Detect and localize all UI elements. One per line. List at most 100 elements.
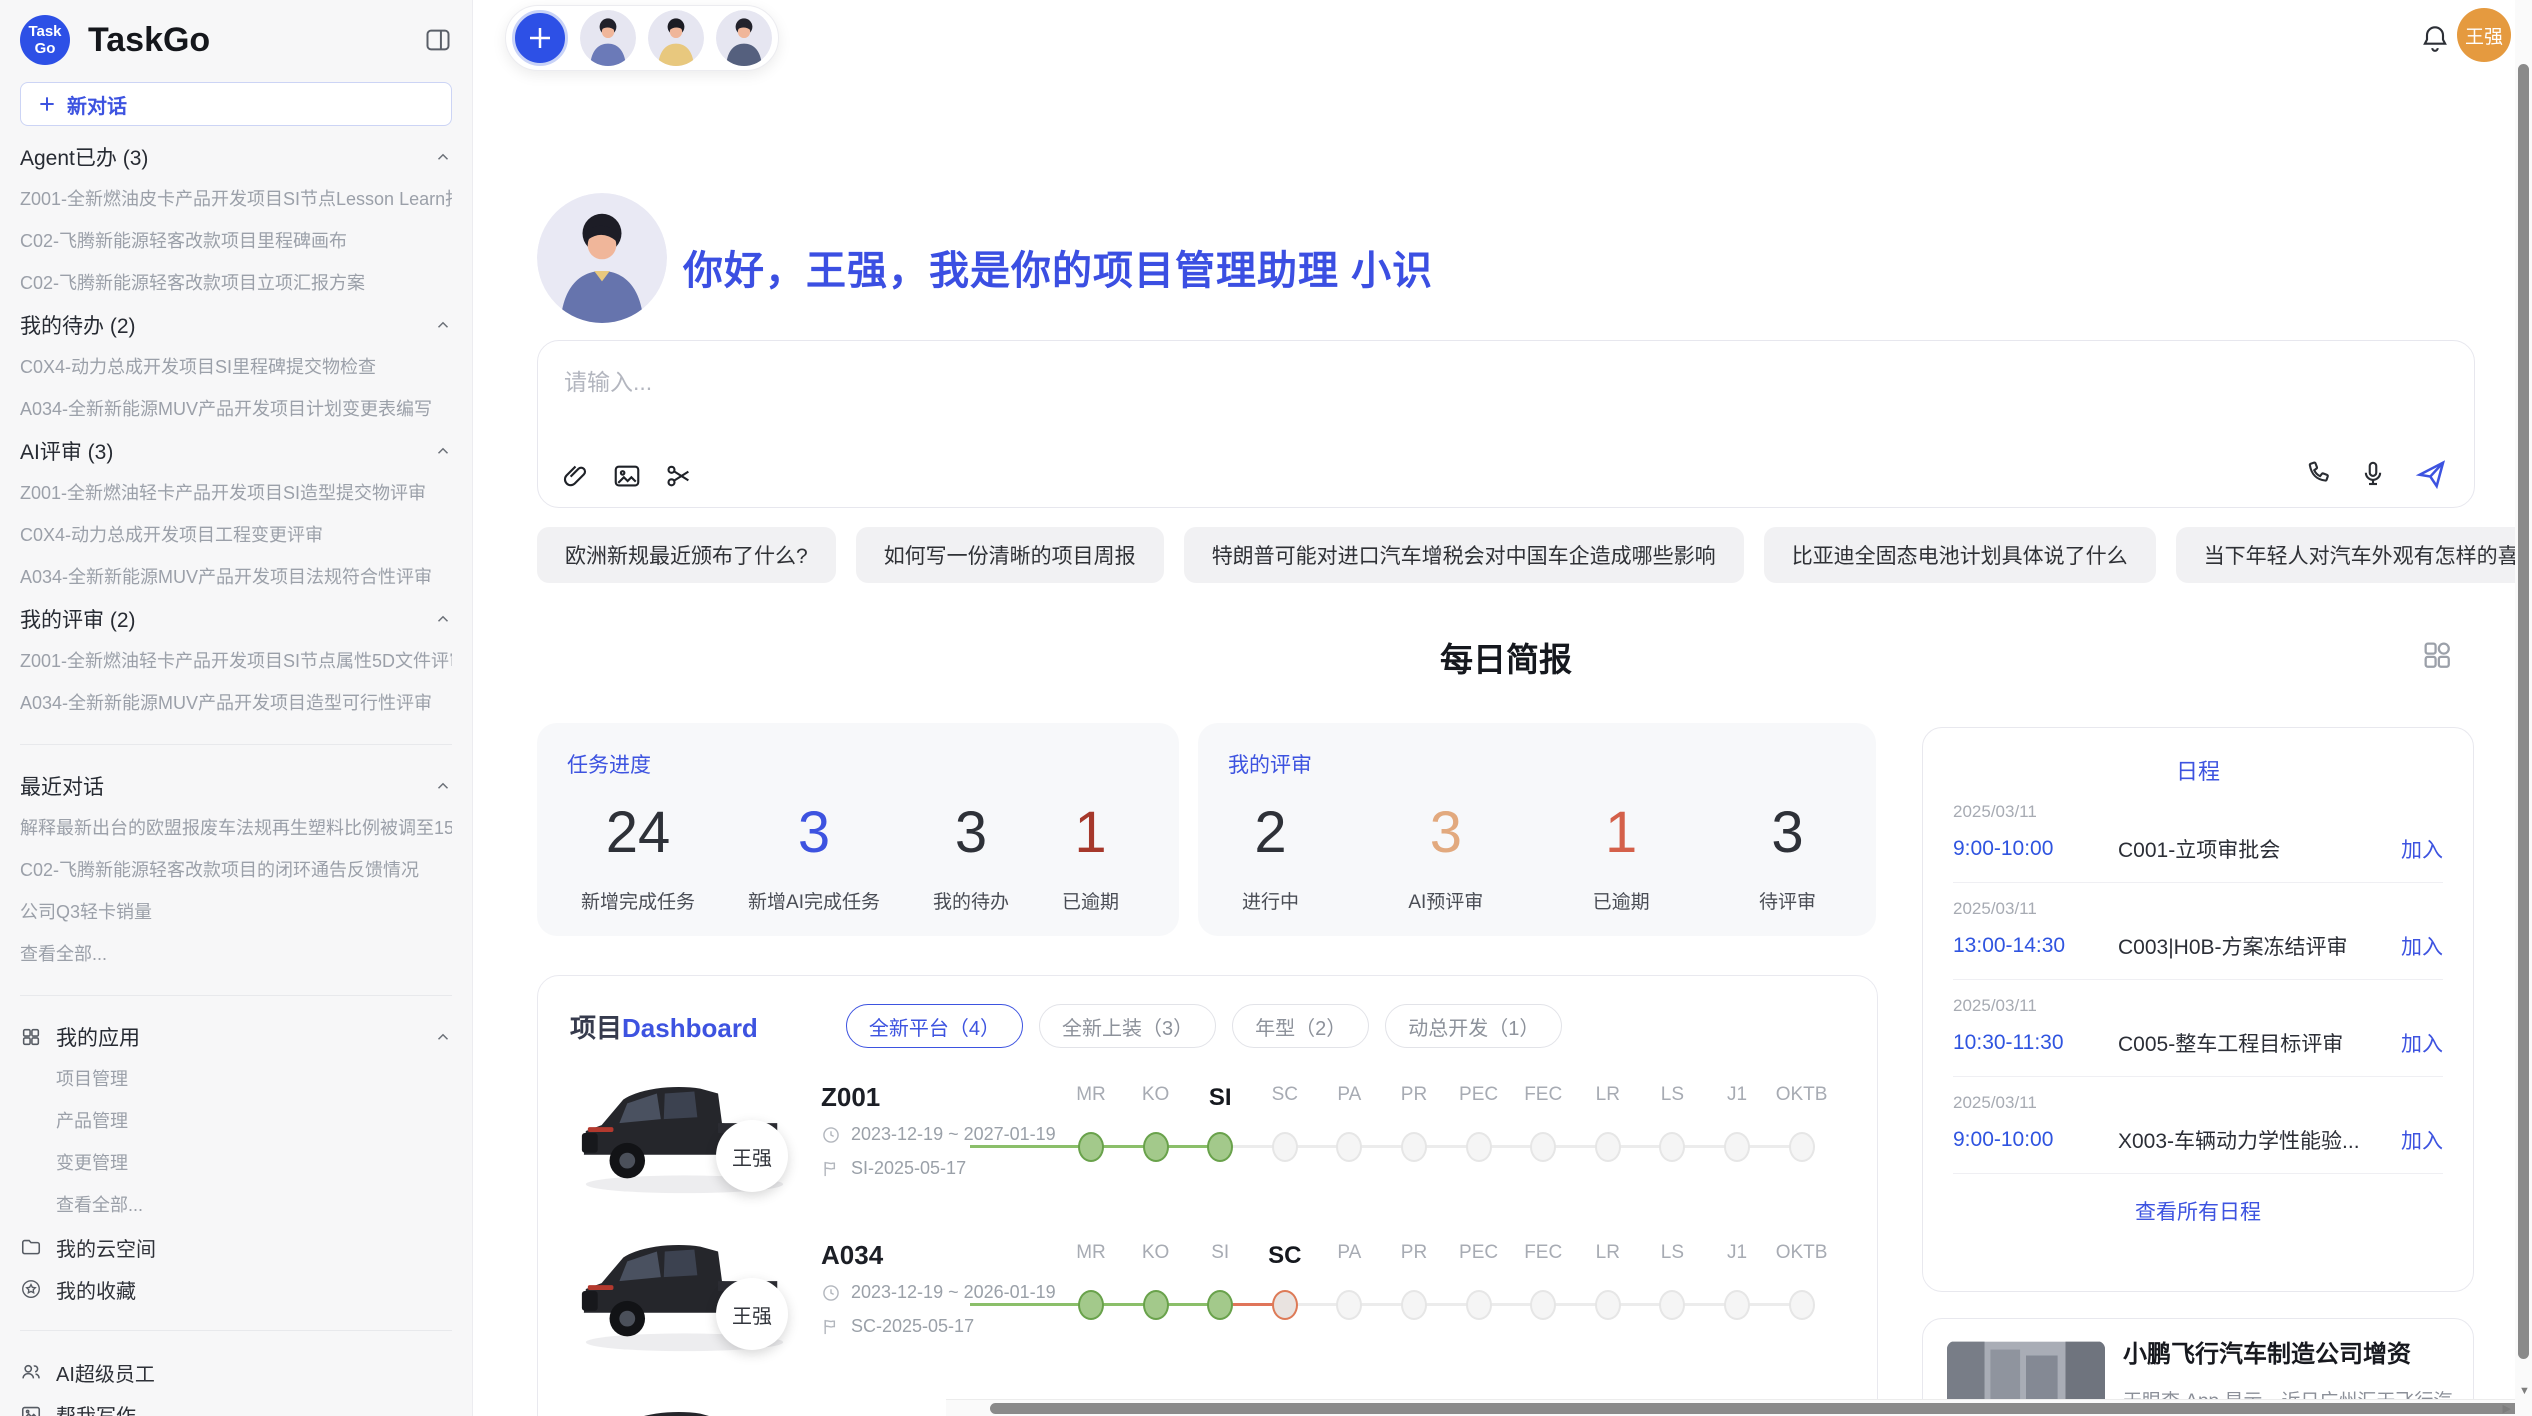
milestone-timeline: MRKOSISCPAPRPECFECLRLSJ1OKTB [970, 1056, 1870, 1208]
sidebar-item[interactable]: C0X4-动力总成开发项目工程变更评审 [20, 514, 452, 556]
schedule-join-link[interactable]: 加入 [2401, 834, 2443, 864]
horizontal-scrollbar[interactable]: ▶ [946, 1399, 2515, 1416]
stat-value: 2 [1254, 801, 1286, 865]
milestone-dot-FEC [1530, 1132, 1556, 1162]
schedule-join-link[interactable]: 加入 [2401, 1125, 2443, 1155]
assistant-avatar [537, 193, 667, 323]
section-title: AI评审 (3) [20, 436, 113, 466]
sidebar-item[interactable]: Z001-全新燃油轻卡产品开发项目SI造型提交物评审 [20, 472, 452, 514]
dashboard-filter-chip[interactable]: 全新平台（4） [846, 1004, 1023, 1048]
project-dashboard-card: 项目Dashboard 全新平台（4）全新上装（3）年型（2）动总开发（1） 王… [537, 975, 1878, 1416]
milestone-label: MR [1076, 1242, 1106, 1264]
attachment-icon[interactable] [560, 461, 590, 491]
recent-conversation-item[interactable]: 公司Q3轻卡销量 [20, 891, 452, 933]
recent-conversation-item[interactable]: C02-飞腾新能源轻客改款项目的闭环通告反馈情况 [20, 849, 452, 891]
folder-icon [20, 1236, 42, 1258]
sidebar-item[interactable]: A034-全新新能源MUV产品开发项目造型可行性评审 [20, 682, 452, 724]
agent-avatar-1[interactable] [648, 10, 704, 66]
image-upload-icon[interactable] [612, 461, 642, 491]
recent-view-all-link[interactable]: 查看全部... [20, 933, 452, 975]
sidebar-tool-1[interactable]: 帮我写作 [20, 1393, 452, 1416]
phone-icon[interactable] [2302, 459, 2332, 489]
milestone-dot-PR [1401, 1290, 1427, 1320]
schedule-join-link[interactable]: 加入 [2401, 1028, 2443, 1058]
clock-icon [821, 1283, 841, 1303]
collapse-sidebar-icon[interactable] [424, 26, 452, 54]
sidebar-item[interactable]: C02-飞腾新能源轻客改款项目立项汇报方案 [20, 262, 452, 304]
agent-avatar-0[interactable] [580, 10, 636, 66]
stat-value: 3 [1771, 801, 1803, 865]
suggestion-chip[interactable]: 特朗普可能对进口汽车增税会对中国车企造成哪些影响 [1184, 527, 1744, 583]
sidebar-item[interactable]: C0X4-动力总成开发项目SI里程碑提交物检查 [20, 346, 452, 388]
suggestion-chip[interactable]: 如何写一份清晰的项目周报 [856, 527, 1164, 583]
scissors-icon[interactable] [664, 461, 694, 491]
app-item[interactable]: 产品管理 [20, 1100, 452, 1142]
chat-input-card[interactable]: 请输入... [537, 340, 2475, 508]
sidebar-link-0[interactable]: 我的云空间 [20, 1226, 452, 1268]
schedule-date: 2025/03/11 [1953, 996, 2443, 1016]
sidebar-link-1[interactable]: 我的收藏 [20, 1268, 452, 1310]
suggestion-chip[interactable]: 欧洲新规最近颁布了什么? [537, 527, 836, 583]
schedule-card: 日程 2025/03/11 9:00-10:00 C001-立项审批会 加入 2… [1922, 727, 2474, 1292]
sidebar-item[interactable]: Z001-全新燃油皮卡产品开发项目SI节点Lesson Learn报告 [20, 178, 452, 220]
vertical-scrollbar-thumb[interactable] [2518, 64, 2529, 1359]
app-item[interactable]: 变更管理 [20, 1142, 452, 1184]
add-agent-button[interactable] [512, 10, 568, 66]
quick-actions-bar [505, 5, 779, 71]
sidebar-item[interactable]: Z001-全新燃油轻卡产品开发项目SI节点属性5D文件评审 [20, 640, 452, 682]
scroll-right-arrow-icon[interactable]: ▶ [2503, 1402, 2511, 1415]
sidebar-section-header[interactable]: AI评审 (3) [20, 430, 452, 472]
scroll-down-arrow-icon[interactable]: ▼ [2519, 1385, 2530, 1397]
project-row-A034[interactable]: 王强 A034 2023-12-19 ~ 2026-01-19 SC-2025-… [538, 1214, 1877, 1366]
milestone-label: PR [1401, 1242, 1427, 1264]
schedule-item: 2025/03/11 9:00-10:00 C001-立项审批会 加入 [1953, 786, 2443, 883]
milestone-dot-OKTB [1789, 1132, 1815, 1162]
schedule-name: C005-整车工程目标评审 [2118, 1028, 2401, 1058]
suggestion-chip[interactable]: 比亚迪全固态电池计划具体说了什么 [1764, 527, 2156, 583]
milestone-label: MR [1076, 1084, 1106, 1106]
notifications-bell-icon[interactable] [2419, 22, 2451, 54]
sidebar-tool-label: 帮我写作 [56, 1400, 136, 1416]
app-item[interactable]: 项目管理 [20, 1058, 452, 1100]
schedule-join-link[interactable]: 加入 [2401, 931, 2443, 961]
dashboard-filter-chip[interactable]: 年型（2） [1232, 1004, 1369, 1048]
milestone-dot-LR [1595, 1290, 1621, 1320]
app-item[interactable]: 查看全部... [20, 1184, 452, 1226]
sidebar-section-header[interactable]: 我的评审 (2) [20, 598, 452, 640]
new-chat-label: 新对话 [67, 90, 127, 119]
stat-label: 新增完成任务 [581, 887, 695, 914]
sidebar-my-apps-header[interactable]: 我的应用 [20, 1016, 452, 1058]
stat-label: 已逾期 [1062, 887, 1119, 914]
milestone-label: KO [1142, 1084, 1169, 1106]
send-icon[interactable] [2414, 457, 2448, 491]
briefing-card-1: 我的评审 2 进行中 3 AI预评审 1 已逾期 3 待评审 [1198, 723, 1876, 936]
user-avatar[interactable]: 王强 [2457, 8, 2511, 62]
sidebar-section-header[interactable]: Agent已办 (3) [20, 136, 452, 178]
sidebar-tool-0[interactable]: AI超级员工 [20, 1351, 452, 1393]
microphone-icon[interactable] [2358, 459, 2388, 489]
clock-icon [821, 1125, 841, 1145]
new-chat-button[interactable]: 新对话 [20, 82, 452, 126]
project-code: A034 [821, 1240, 883, 1271]
sidebar-section-header[interactable]: 我的待办 (2) [20, 304, 452, 346]
chevron-up-icon [434, 610, 452, 628]
view-all-schedule-link[interactable]: 查看所有日程 [1953, 1196, 2443, 1226]
schedule-title: 日程 [1953, 754, 2443, 786]
chat-input[interactable]: 请输入... [564, 363, 652, 397]
sidebar-item[interactable]: C02-飞腾新能源轻客改款项目里程碑画布 [20, 220, 452, 262]
vertical-scrollbar[interactable]: ▼ [2515, 0, 2532, 1399]
suggestion-chip[interactable]: 当下年轻人对汽车外观有怎样的喜好趋势 [2176, 527, 2532, 583]
dashboard-filter-chip[interactable]: 动总开发（1） [1385, 1004, 1562, 1048]
sidebar-section-header[interactable]: 最近对话 [20, 765, 452, 807]
agent-avatar-2[interactable] [716, 10, 772, 66]
milestone-dot-SC [1272, 1290, 1298, 1320]
sidebar: Task Go TaskGo 新对话 Agent已办 (3) Z001-全新燃油… [0, 0, 473, 1416]
dashboard-filter-chip[interactable]: 全新上装（3） [1039, 1004, 1216, 1048]
recent-conversation-item[interactable]: 解释最新出台的欧盟报废车法规再生塑料比例被调至15%... [20, 807, 452, 849]
layout-grid-icon[interactable] [2420, 638, 2454, 672]
horizontal-scrollbar-thumb[interactable] [990, 1403, 2532, 1414]
milestone-dot-MR [1078, 1132, 1104, 1162]
sidebar-item[interactable]: A034-全新新能源MUV产品开发项目计划变更表编写 [20, 388, 452, 430]
project-row-Z001[interactable]: 王强 Z001 2023-12-19 ~ 2027-01-19 SI-2025-… [538, 1056, 1877, 1208]
sidebar-item[interactable]: A034-全新新能源MUV产品开发项目法规符合性评审 [20, 556, 452, 598]
